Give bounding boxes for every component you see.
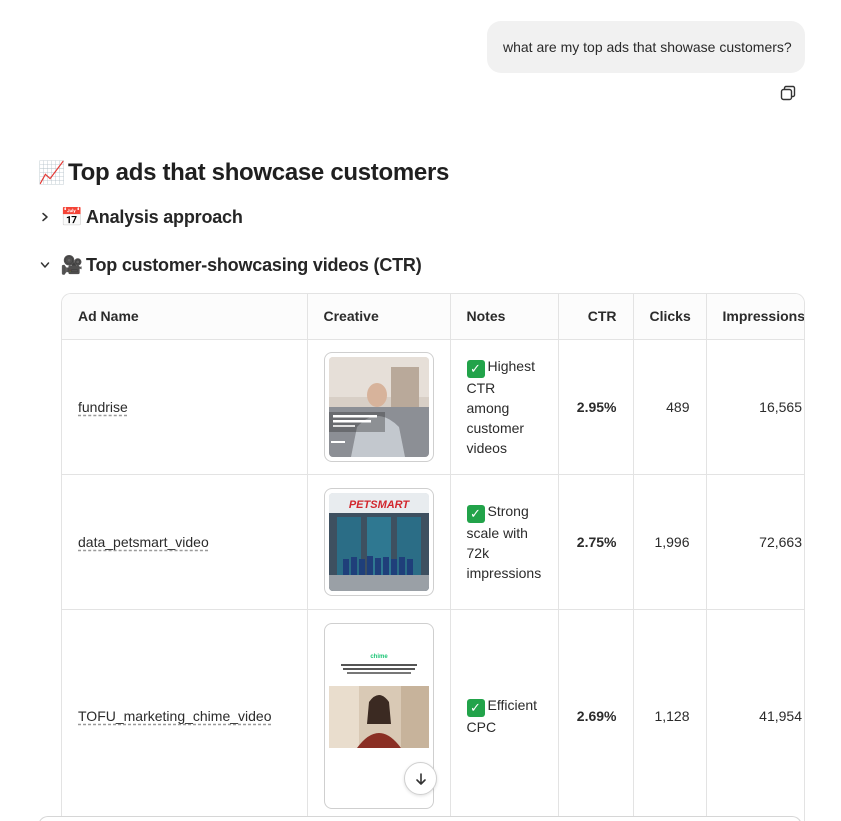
ctr-value: 2.95%	[558, 339, 634, 475]
creative-thumbnail[interactable]	[323, 351, 434, 462]
chevron-right-icon	[38, 210, 52, 224]
column-header-ctr[interactable]: CTR	[558, 294, 634, 340]
video-thumbnail-man-in-office	[328, 356, 429, 457]
user-message-bubble: what are my top ads that showase custome…	[487, 21, 805, 73]
section-toggle-top-videos[interactable]: 🎥 Top customer-showcasing videos (CTR)	[38, 253, 422, 277]
user-message-text: what are my top ads that showase custome…	[503, 39, 792, 55]
message-composer[interactable]	[38, 816, 802, 821]
video-thumbnail-petsmart-storefront: PETSMART	[328, 492, 429, 591]
creative-cell: PETSMART	[307, 474, 451, 610]
column-header-ad-name[interactable]: Ad Name	[62, 294, 308, 340]
impressions-value: 41,954	[706, 609, 804, 821]
table-row: data_petsmart_video PETSMART ✓ Strong sc…	[62, 474, 804, 610]
clicks-value: 489	[633, 339, 707, 475]
ctr-value: 2.75%	[558, 474, 634, 610]
impressions-value: 72,663	[706, 474, 804, 610]
table-header-row: Ad Name Creative Notes CTR Clicks Impres…	[62, 294, 804, 340]
section-label: Top customer-showcasing videos (CTR)	[86, 254, 422, 275]
arrow-down-icon	[415, 772, 426, 785]
check-mark-icon: ✓	[466, 698, 485, 717]
ad-name-link[interactable]: data_petsmart_video	[78, 534, 209, 550]
column-header-creative[interactable]: Creative	[307, 294, 451, 340]
column-header-clicks[interactable]: Clicks	[633, 294, 707, 340]
ad-name-link[interactable]: fundrise	[78, 399, 128, 415]
check-mark-icon: ✓	[466, 504, 485, 523]
scroll-to-bottom-button[interactable]	[404, 762, 437, 795]
section-toggle-analysis-approach[interactable]: 📅 Analysis approach	[38, 205, 243, 229]
creative-cell	[307, 339, 451, 475]
creative-thumbnail[interactable]: PETSMART	[323, 487, 434, 596]
clicks-value: 1,128	[633, 609, 707, 821]
section-label: Analysis approach	[86, 206, 243, 227]
ad-name-link[interactable]: TOFU_marketing_chime_video	[78, 708, 272, 724]
column-header-impressions[interactable]: Impressions	[706, 294, 804, 340]
petsmart-logo-text: PETSMART	[348, 499, 410, 511]
response-title-text: Top ads that showcase customers	[68, 159, 450, 186]
table-row: fundrise ✓ Highest CTR among customer vi…	[62, 339, 804, 475]
movie-camera-icon: 🎥	[60, 254, 84, 275]
chime-logo-text: chime	[370, 654, 388, 660]
calendar-icon: 📅	[60, 206, 84, 227]
chevron-down-icon	[38, 258, 52, 272]
table-row: TOFU_marketing_chime_video chime ✓ Effic…	[62, 609, 804, 821]
ad-name-cell: data_petsmart_video	[62, 474, 308, 610]
copy-icon	[780, 85, 796, 101]
ctr-value: 2.69%	[558, 609, 634, 821]
ads-table: Ad Name Creative Notes CTR Clicks Impres…	[61, 293, 805, 821]
ad-name-cell: TOFU_marketing_chime_video	[62, 609, 308, 821]
response-title: 📈 Top ads that showcase customers	[38, 157, 449, 189]
notes-cell: ✓ Strong scale with 72k impressions	[450, 474, 559, 610]
check-mark-icon: ✓	[466, 359, 485, 378]
notes-cell: ✓ Highest CTR among customer videos	[450, 339, 559, 475]
clicks-value: 1,996	[633, 474, 707, 610]
notes-cell: ✓ Efficient CPC	[450, 609, 559, 821]
impressions-value: 16,565	[706, 339, 804, 475]
column-header-notes[interactable]: Notes	[450, 294, 559, 340]
ad-name-cell: fundrise	[62, 339, 308, 475]
chart-increasing-icon: 📈	[38, 160, 66, 185]
copy-button[interactable]	[779, 84, 797, 102]
